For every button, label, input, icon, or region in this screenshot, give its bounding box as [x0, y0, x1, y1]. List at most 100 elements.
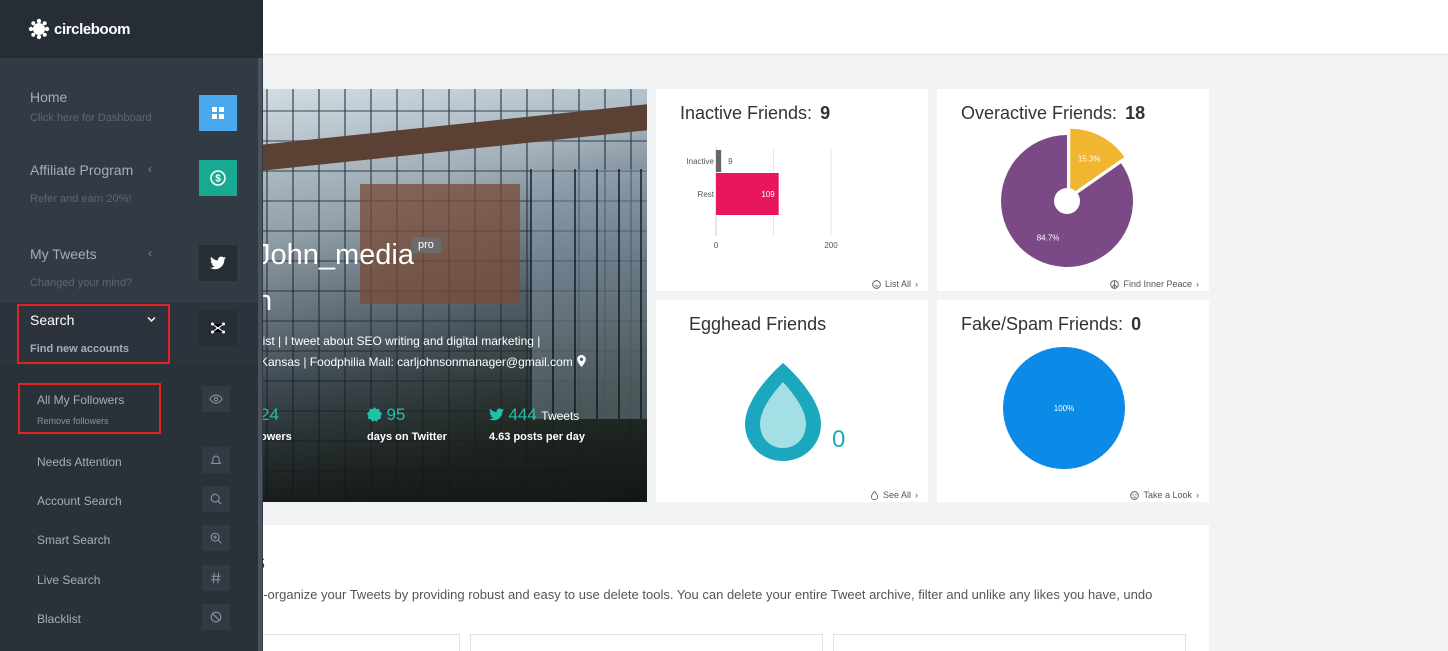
dollar-circle-icon[interactable]: $: [199, 160, 237, 196]
svg-text:$: $: [215, 174, 221, 185]
list-all-label: List All: [884, 279, 911, 289]
followers-label: owers: [260, 431, 292, 443]
logo-bar: circleboom: [0, 0, 263, 58]
nav-my-tweets[interactable]: My Tweets Changed your mind?: [30, 246, 132, 289]
nav-affiliate-sub: Refer and earn 20%!: [30, 193, 132, 205]
tweet-tools-section: s e-organize your Tweets by providing ro…: [240, 525, 1209, 651]
cover-photo-glass: [530, 169, 647, 419]
hashtag-icon[interactable]: [202, 565, 230, 591]
overactive-pie-chart: 15.3% 84.7%: [1001, 128, 1133, 267]
find-inner-peace-link[interactable]: Find Inner Peace ›: [1110, 279, 1199, 289]
bar-value-label: 109: [761, 190, 775, 199]
days-count: 95: [386, 405, 406, 424]
twitter-bird-icon: [489, 408, 504, 421]
overactive-friends-title: Overactive Friends: 18: [961, 103, 1145, 124]
profile-bio-text: Kansas | Foodphilia Mail: carljohnsonman…: [260, 355, 573, 369]
nav-home-sub: Click here for Dashboard: [30, 112, 152, 124]
bar-value-label: 9: [728, 157, 733, 166]
location-pin-icon: [576, 355, 586, 367]
inactive-friends-count: 9: [820, 103, 831, 123]
mask-icon: [1130, 490, 1140, 500]
tool-card-2[interactable]: [470, 634, 823, 651]
chevron-right-icon: ›: [1196, 279, 1199, 289]
dashboard-grid-icon[interactable]: [199, 95, 237, 131]
days-stat: 95 days on Twitter: [367, 405, 447, 443]
tweets-stat: 444 Tweets 4.63 posts per day: [489, 405, 585, 443]
find-inner-peace-label: Find Inner Peace: [1123, 279, 1192, 289]
nav-my-tweets-label: My Tweets: [30, 246, 97, 262]
submenu-blacklist[interactable]: Blacklist: [37, 612, 81, 626]
network-icon[interactable]: [199, 310, 237, 346]
egg-small-icon: [870, 490, 879, 500]
chevron-right-icon: ›: [1196, 490, 1199, 500]
eye-icon[interactable]: [202, 386, 230, 412]
twitter-bird-icon[interactable]: [199, 245, 237, 281]
see-all-label: See All: [882, 490, 911, 500]
chevron-left-icon: ‹: [148, 162, 152, 176]
smile-icon: [872, 279, 881, 289]
zoom-in-icon[interactable]: [202, 525, 230, 551]
chevron-left-icon: ‹: [148, 246, 152, 260]
fake-spam-friends-title: Fake/Spam Friends: 0: [961, 314, 1141, 335]
pie-slice-label: 15.3%: [1078, 155, 1101, 164]
profile-username: John_media: [256, 239, 414, 271]
fake-spam-friends-widget: Fake/Spam Friends: 0 100% Take a Look ›: [937, 300, 1209, 502]
section-description: e-organize your Tweets by providing robu…: [256, 587, 1153, 602]
take-a-look-link[interactable]: Take a Look ›: [1130, 490, 1199, 500]
sidebar-scrollbar[interactable]: [258, 58, 262, 651]
egghead-friends-title: Egghead Friends: [689, 314, 827, 334]
nav-affiliate-label: Affiliate Program: [30, 162, 134, 178]
category-label: Rest: [698, 190, 715, 199]
followers-stat: 24 owers: [260, 405, 292, 443]
inactive-bar-chart: Inactive 9 Rest 109 0 200: [686, 147, 838, 250]
tool-card-1[interactable]: [240, 634, 460, 651]
see-all-link[interactable]: See All ›: [870, 490, 918, 500]
tweets-per-day: 4.63 posts per day: [489, 431, 585, 443]
egghead-friends-widget: Egghead Friends 0 See All ›: [656, 300, 928, 502]
fake-spam-friends-label: Fake/Spam Friends:: [961, 314, 1124, 334]
overactive-friends-widget: Overactive Friends: 18 15.3% 84.7% Find In…: [937, 89, 1209, 291]
inactive-friends-widget: Inactive Friends: 9 Inactive 9 Rest 109 0 200 …: [656, 89, 928, 291]
fake-spam-friends-count: 0: [1131, 314, 1142, 334]
chevron-right-icon: ›: [915, 490, 918, 500]
submenu-account-search[interactable]: Account Search: [37, 494, 122, 508]
egg-icon: [745, 363, 821, 461]
circleboom-logo[interactable]: circleboom: [28, 18, 130, 40]
profile-bio-line2: Kansas | Foodphilia Mail: carljohnsonman…: [260, 355, 586, 369]
bell-icon[interactable]: [202, 447, 230, 473]
submenu-live-search[interactable]: Live Search: [37, 573, 100, 587]
take-a-look-label: Take a Look: [1143, 490, 1192, 500]
search-highlight-box: [17, 304, 170, 364]
egghead-count: 0: [832, 426, 846, 453]
logo-text: circleboom: [54, 20, 131, 38]
pie-slice-label: 100%: [1054, 404, 1074, 413]
overactive-friends-count: 18: [1125, 103, 1146, 123]
nav-affiliate[interactable]: Affiliate Program Refer and earn 20%!: [30, 162, 133, 205]
nav-my-tweets-sub: Changed your mind?: [30, 277, 133, 289]
list-all-link[interactable]: List All ›: [872, 279, 918, 289]
followers-highlight-box: [18, 383, 161, 434]
pie-slice-label: 84.7%: [1037, 233, 1060, 242]
tweets-count: 444: [508, 405, 537, 424]
search-icon[interactable]: [202, 486, 230, 512]
chevron-right-icon: ›: [915, 279, 918, 289]
badge-icon: [367, 407, 382, 422]
profile-bio-line1: list | I tweet about SEO writing and dig…: [260, 334, 541, 348]
sidebar: circleboom Home Click here for Dashboard…: [0, 0, 263, 651]
bar-inactive: [716, 150, 722, 172]
tool-card-3[interactable]: [833, 634, 1186, 651]
inactive-friends-label: Inactive Friends:: [680, 103, 813, 123]
circleboom-logo-icon: [28, 18, 50, 40]
submenu-needs-attention[interactable]: Needs Attention: [37, 455, 122, 469]
profile-card: John_media pro n list | I tweet about SE…: [240, 89, 647, 502]
x-tick-label: 200: [824, 241, 838, 250]
pie-center-hole: [1054, 188, 1080, 214]
tweets-suffix: Tweets: [541, 409, 580, 423]
overactive-friends-label: Overactive Friends:: [961, 103, 1118, 123]
submenu-smart-search[interactable]: Smart Search: [37, 533, 110, 547]
top-bar: [263, 0, 1448, 55]
days-label: days on Twitter: [367, 431, 447, 443]
ban-icon[interactable]: [202, 604, 230, 630]
nav-home[interactable]: Home Click here for Dashboard: [30, 89, 152, 124]
cover-photo-roof: [240, 104, 647, 173]
